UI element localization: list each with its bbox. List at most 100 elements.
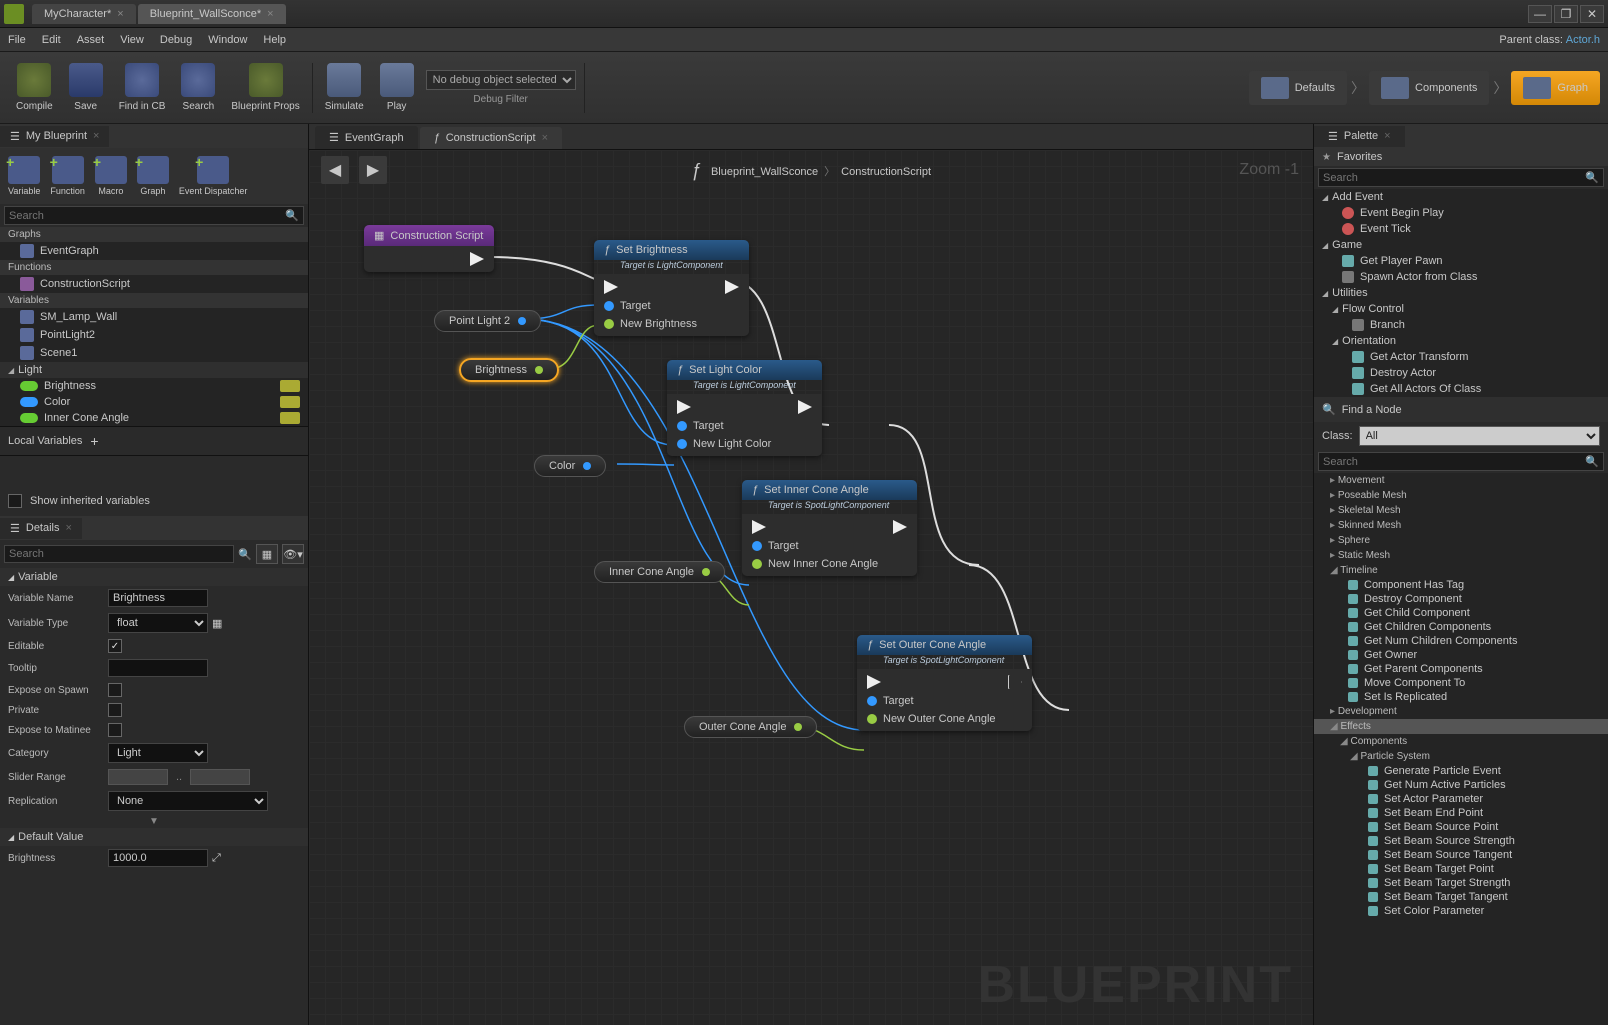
exec-pin-icon[interactable] bbox=[725, 280, 739, 294]
add-local-var-button[interactable]: + bbox=[90, 433, 98, 449]
add-macro-button[interactable]: Macro bbox=[91, 154, 131, 198]
eventgraph-item[interactable]: EventGraph bbox=[0, 242, 308, 260]
close-icon[interactable]: × bbox=[66, 522, 72, 534]
node-list-item[interactable]: Component Has Tag bbox=[1314, 578, 1608, 592]
node-set-inner-cone[interactable]: ƒSet Inner Cone Angle Target is SpotLigh… bbox=[742, 480, 917, 576]
target-pin-icon[interactable] bbox=[604, 301, 614, 311]
node-list-item[interactable]: Set Is Replicated bbox=[1314, 690, 1608, 704]
exec-pin-icon[interactable] bbox=[1008, 675, 1022, 689]
value-pin-icon[interactable] bbox=[752, 559, 762, 569]
exec-pin-icon[interactable] bbox=[604, 280, 618, 294]
slider-max[interactable] bbox=[190, 769, 250, 785]
exec-pin-icon[interactable] bbox=[798, 400, 812, 414]
node-search[interactable]: 🔍 bbox=[1318, 452, 1604, 471]
menu-view[interactable]: View bbox=[120, 34, 144, 46]
node-list-item[interactable]: Move Component To bbox=[1314, 676, 1608, 690]
category-select[interactable]: Light bbox=[108, 743, 208, 763]
nav-forward-button[interactable]: ▶ bbox=[359, 156, 387, 184]
palette-search[interactable]: 🔍 bbox=[1318, 168, 1604, 187]
file-tab-mycharacter[interactable]: MyCharacter*× bbox=[32, 4, 136, 24]
minimize-button[interactable]: — bbox=[1528, 5, 1552, 23]
node-category-effects[interactable]: Effects bbox=[1314, 719, 1608, 734]
node-list-item[interactable]: Set Beam Target Strength bbox=[1314, 876, 1608, 890]
struct-pin-icon[interactable] bbox=[583, 462, 591, 470]
add-graph-button[interactable]: Graph bbox=[133, 154, 173, 198]
node-construction-script[interactable]: ▦Construction Script bbox=[364, 225, 494, 272]
palette-item[interactable]: Get Actor Transform bbox=[1314, 349, 1608, 365]
value-pin-icon[interactable] bbox=[677, 439, 687, 449]
var-pill-outer[interactable]: Outer Cone Angle bbox=[684, 716, 817, 738]
save-button[interactable]: Save bbox=[61, 59, 111, 116]
node-list-item[interactable]: Set Beam Source Strength bbox=[1314, 834, 1608, 848]
node-list-item[interactable]: Set Beam Target Point bbox=[1314, 862, 1608, 876]
favorites-header[interactable]: Favorites bbox=[1314, 148, 1608, 166]
default-value-input[interactable] bbox=[108, 849, 208, 867]
palette-tab[interactable]: ☰Palette× bbox=[1314, 124, 1608, 148]
exec-pin-icon[interactable] bbox=[867, 675, 881, 689]
tab-constructionscript[interactable]: ƒConstructionScript× bbox=[420, 127, 562, 149]
node-category[interactable]: Movement bbox=[1314, 473, 1608, 488]
close-icon[interactable]: × bbox=[93, 130, 99, 142]
node-list-item[interactable]: Set Beam End Point bbox=[1314, 806, 1608, 820]
var-pill-brightness[interactable]: Brightness bbox=[459, 358, 559, 382]
tooltip-input[interactable] bbox=[108, 659, 208, 677]
graph-canvas[interactable]: ◀ ▶ ƒ Blueprint_WallSconce〉ConstructionS… bbox=[309, 150, 1313, 1025]
menu-window[interactable]: Window bbox=[208, 34, 247, 46]
breadcrumb-blueprint[interactable]: Blueprint_WallSconce bbox=[711, 166, 818, 178]
node-set-outer-cone[interactable]: ƒSet Outer Cone Angle Target is SpotLigh… bbox=[857, 635, 1032, 731]
blueprint-props-button[interactable]: Blueprint Props bbox=[223, 59, 307, 116]
node-category-timeline[interactable]: Timeline bbox=[1314, 563, 1608, 578]
node-list-item[interactable]: Set Beam Source Point bbox=[1314, 820, 1608, 834]
breadcrumb-script[interactable]: ConstructionScript bbox=[841, 166, 931, 178]
add-function-button[interactable]: Function bbox=[46, 154, 89, 198]
class-select[interactable]: All bbox=[1359, 426, 1600, 446]
details-tab[interactable]: ☰Details× bbox=[0, 516, 308, 540]
variable-item-inner[interactable]: Inner Cone Angle bbox=[0, 410, 308, 426]
exec-pin-icon[interactable] bbox=[470, 252, 484, 266]
eye-icon[interactable] bbox=[280, 396, 300, 408]
close-icon[interactable]: × bbox=[1384, 130, 1390, 142]
eye-icon[interactable] bbox=[280, 412, 300, 424]
node-list-item[interactable]: Get Children Components bbox=[1314, 620, 1608, 634]
search-button[interactable]: Search bbox=[173, 59, 223, 116]
add-event-dispatcher-button[interactable]: Event Dispatcher bbox=[175, 154, 252, 198]
menu-asset[interactable]: Asset bbox=[77, 34, 105, 46]
my-blueprint-tab[interactable]: ☰My Blueprint× bbox=[0, 124, 308, 148]
object-pin-icon[interactable] bbox=[518, 317, 526, 325]
node-list-item[interactable]: Get Num Active Particles bbox=[1314, 778, 1608, 792]
simulate-button[interactable]: Simulate bbox=[317, 59, 372, 116]
parent-class-link[interactable]: Actor.h bbox=[1566, 34, 1600, 46]
palette-cat-orientation[interactable]: Orientation bbox=[1314, 333, 1608, 349]
checkbox-icon[interactable] bbox=[8, 494, 22, 508]
node-list-item[interactable]: Get Parent Components bbox=[1314, 662, 1608, 676]
graph-mode-button[interactable]: Graph bbox=[1511, 71, 1600, 105]
target-pin-icon[interactable] bbox=[867, 696, 877, 706]
node-category[interactable]: Skeletal Mesh bbox=[1314, 503, 1608, 518]
var-pill-pointlight[interactable]: Point Light 2 bbox=[434, 310, 541, 332]
target-pin-icon[interactable] bbox=[752, 541, 762, 551]
slider-min[interactable] bbox=[108, 769, 168, 785]
node-category[interactable]: Static Mesh bbox=[1314, 548, 1608, 563]
node-list-item[interactable]: Set Beam Source Tangent bbox=[1314, 848, 1608, 862]
palette-item[interactable]: Spawn Actor from Class bbox=[1314, 269, 1608, 285]
variable-item[interactable]: Scene1 bbox=[0, 344, 308, 362]
show-inherited-row[interactable]: Show inherited variables bbox=[0, 486, 308, 516]
grid-button[interactable]: ▦ bbox=[212, 617, 222, 630]
node-category-components[interactable]: Components bbox=[1314, 734, 1608, 749]
menu-edit[interactable]: Edit bbox=[42, 34, 61, 46]
compile-button[interactable]: Compile bbox=[8, 59, 61, 116]
palette-item[interactable]: Event Begin Play bbox=[1314, 205, 1608, 221]
private-checkbox[interactable] bbox=[108, 703, 122, 717]
exec-pin-icon[interactable] bbox=[677, 400, 691, 414]
menu-help[interactable]: Help bbox=[263, 34, 286, 46]
node-category[interactable]: Skinned Mesh bbox=[1314, 518, 1608, 533]
palette-item[interactable]: Branch bbox=[1314, 317, 1608, 333]
variable-item-color[interactable]: Color bbox=[0, 394, 308, 410]
float-pin-icon[interactable] bbox=[794, 723, 802, 731]
node-list-item[interactable]: Get Child Component bbox=[1314, 606, 1608, 620]
nav-back-button[interactable]: ◀ bbox=[321, 156, 349, 184]
variable-section-header[interactable]: Variable bbox=[0, 568, 308, 586]
variable-type-select[interactable]: float bbox=[108, 613, 208, 633]
node-list-item[interactable]: Generate Particle Event bbox=[1314, 764, 1608, 778]
node-list-item[interactable]: Destroy Component bbox=[1314, 592, 1608, 606]
